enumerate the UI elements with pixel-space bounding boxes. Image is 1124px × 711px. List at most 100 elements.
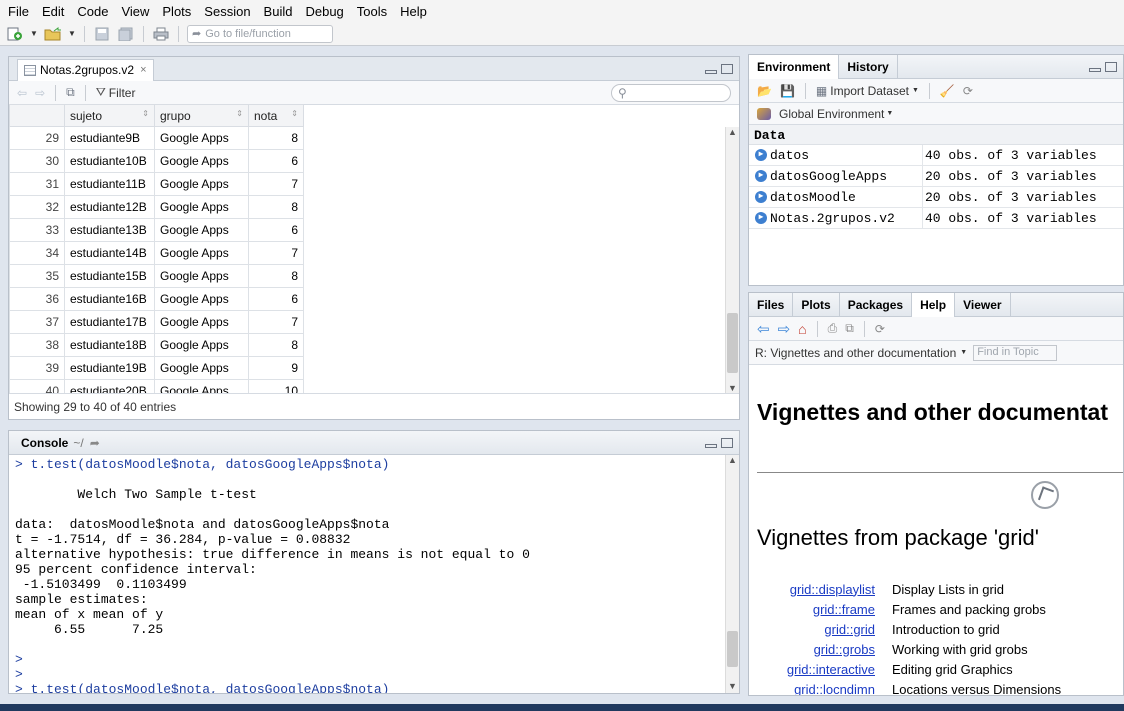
vignette-link[interactable]: grid::displaylist [757, 582, 892, 597]
menu-code[interactable]: Code [73, 4, 117, 19]
expand-icon[interactable]: ▶ [755, 149, 767, 161]
save-icon[interactable] [93, 26, 111, 42]
vignette-description: Display Lists in grid [892, 581, 1004, 597]
go-to-directory-icon[interactable]: ➦ [84, 436, 100, 450]
cell-sujeto: estudiante20B [64, 379, 155, 394]
scroll-up-icon[interactable]: ▲ [726, 455, 739, 467]
column-header-grupo[interactable]: grupo ⇕ [154, 104, 249, 127]
close-tab-icon[interactable]: × [140, 64, 146, 76]
console-line: > t.test(datosMoodle$nota, datosGoogleAp… [15, 457, 390, 472]
refresh-icon[interactable]: ⟳ [963, 84, 973, 98]
menu-build[interactable]: Build [260, 4, 302, 19]
back-arrow-icon[interactable]: ⇦ [17, 86, 27, 100]
refresh-icon[interactable]: ⟳ [875, 322, 885, 336]
menu-file[interactable]: File [4, 4, 38, 19]
table-row: 29 estudiante9B Google Apps 8 [9, 126, 304, 150]
scroll-up-icon[interactable]: ▲ [726, 127, 739, 139]
minimize-pane-button[interactable] [705, 69, 717, 74]
vignette-description: Introduction to grid [892, 621, 1000, 637]
toolbar-divider [143, 25, 144, 42]
environment-object-row[interactable]: ▶ Notas.2grupos.v2 40 obs. of 3 variables [749, 207, 1123, 229]
tab-packages[interactable]: Packages [840, 292, 913, 317]
tab-environment[interactable]: Environment [749, 54, 840, 79]
tab-history[interactable]: History [839, 54, 898, 79]
save-workspace-icon[interactable]: 💾 [780, 84, 795, 98]
tab-viewer[interactable]: Viewer [955, 292, 1011, 317]
tab-notas-2grupos-v2[interactable]: Notas.2grupos.v2 × [17, 58, 154, 81]
environment-object-row[interactable]: ▶ datos 40 obs. of 3 variables [749, 144, 1123, 166]
vignette-link[interactable]: grid::interactive [757, 662, 892, 677]
back-arrow-icon[interactable]: ⇦ [757, 320, 770, 338]
console-line: data: datosMoodle$nota and datosGoogleAp… [15, 517, 390, 532]
menu-tools[interactable]: Tools [353, 4, 396, 19]
menu-debug[interactable]: Debug [301, 4, 352, 19]
topic-dropdown[interactable]: R: Vignettes and other documentation ▼ [755, 346, 967, 360]
environment-scope-bar: Global Environment ▼ [749, 103, 1123, 125]
vertical-scrollbar[interactable]: ▲ ▼ [725, 455, 739, 693]
scroll-thumb[interactable] [727, 313, 738, 373]
filter-button[interactable]: ⛛ Filter [96, 85, 136, 100]
new-file-icon[interactable] [6, 26, 24, 42]
print-icon[interactable] [152, 26, 170, 42]
vignette-description: Frames and packing grobs [892, 601, 1046, 617]
column-header-sujeto[interactable]: sujeto ⇕ [64, 104, 155, 127]
maximize-pane-button[interactable] [721, 437, 733, 448]
open-folder-icon[interactable] [44, 26, 62, 42]
forward-arrow-icon[interactable]: ⇨ [778, 320, 791, 338]
cell-nota: 9 [248, 356, 304, 380]
toolbar-divider [804, 82, 806, 99]
search-input[interactable]: ⚲ [611, 83, 731, 102]
vignette-link[interactable]: grid::grid [757, 622, 892, 637]
cell-nota: 7 [248, 172, 304, 196]
console-title[interactable]: Console [9, 436, 68, 450]
minimize-pane-button[interactable] [705, 443, 717, 448]
vignette-description: Working with grid grobs [892, 641, 1028, 657]
cell-grupo: Google Apps [154, 149, 249, 173]
vignette-link[interactable]: grid::locndimn [757, 682, 892, 696]
save-all-icon[interactable] [117, 26, 135, 42]
column-header-nota[interactable]: nota ⇕ [248, 104, 304, 127]
popout-icon[interactable]: ⧉ [845, 321, 854, 336]
load-workspace-icon[interactable]: 📂 [757, 84, 772, 98]
expand-icon[interactable]: ▶ [755, 170, 767, 182]
menu-view[interactable]: View [117, 4, 158, 19]
vertical-scrollbar[interactable]: ▲ ▼ [725, 127, 739, 395]
vignette-link[interactable]: grid::frame [757, 602, 892, 617]
expand-icon[interactable]: ▶ [755, 191, 767, 203]
tab-plots[interactable]: Plots [793, 292, 840, 317]
global-environment-dropdown[interactable]: Global Environment ▼ [779, 107, 893, 121]
scroll-thumb[interactable] [727, 631, 738, 667]
popout-icon[interactable]: ⧉ [66, 85, 75, 100]
tab-files[interactable]: Files [749, 292, 794, 317]
chevron-down-icon[interactable]: ▼ [68, 26, 76, 42]
minimize-pane-button[interactable] [1089, 67, 1101, 72]
maximize-pane-button[interactable] [721, 63, 733, 74]
goto-file-function-input[interactable]: ➦ Go to file/function [187, 24, 333, 43]
tab-help[interactable]: Help [912, 292, 956, 317]
cell-nota: 6 [248, 287, 304, 311]
scroll-down-icon[interactable]: ▼ [726, 681, 739, 693]
home-icon[interactable]: ⌂ [798, 321, 806, 337]
window-controls [1089, 61, 1123, 72]
menu-plots[interactable]: Plots [158, 4, 200, 19]
environment-object-row[interactable]: ▶ datosGoogleApps 20 obs. of 3 variables [749, 165, 1123, 187]
maximize-pane-button[interactable] [1105, 61, 1117, 72]
table-row: 36 estudiante16B Google Apps 6 [9, 287, 304, 311]
menu-edit[interactable]: Edit [38, 4, 73, 19]
os-taskbar [0, 704, 1124, 711]
expand-icon[interactable]: ▶ [755, 212, 767, 224]
find-in-topic-input[interactable]: Find in Topic [973, 344, 1058, 361]
menu-session[interactable]: Session [200, 4, 259, 19]
vignette-link[interactable]: grid::grobs [757, 642, 892, 657]
cell-grupo: Google Apps [154, 264, 249, 288]
table-row: 34 estudiante14B Google Apps 7 [9, 241, 304, 265]
broom-icon[interactable]: 🧹 [940, 84, 955, 98]
environment-object-row[interactable]: ▶ datosMoodle 20 obs. of 3 variables [749, 186, 1123, 208]
cell-grupo: Google Apps [154, 195, 249, 219]
forward-arrow-icon[interactable]: ⇨ [35, 86, 45, 100]
menu-help[interactable]: Help [396, 4, 436, 19]
chevron-down-icon[interactable]: ▼ [30, 26, 38, 42]
console-output[interactable]: > t.test(datosMoodle$nota, datosGoogleAp… [9, 455, 725, 693]
import-dataset-button[interactable]: ▦ Import Dataset ▼ [816, 84, 919, 98]
print-icon[interactable]: ⎙ [828, 321, 838, 336]
